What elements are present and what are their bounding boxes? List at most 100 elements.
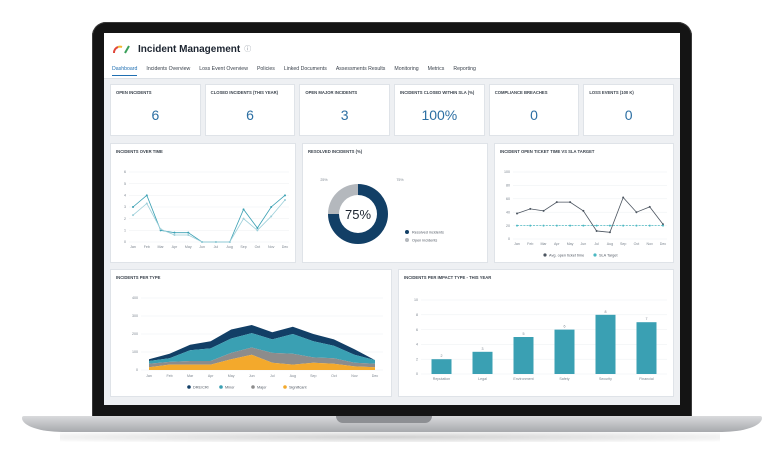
laptop-notch [336,416,432,423]
data-point[interactable] [529,224,532,227]
kpi-card[interactable]: Closed Incidents (this year) 6 [204,84,296,136]
data-point[interactable] [648,205,651,208]
tab-dashboard[interactable]: Dashboard [112,63,138,76]
data-point[interactable] [145,202,148,205]
data-point[interactable] [242,208,245,211]
tab-linked-documents[interactable]: Linked Documents [284,63,327,75]
x-tick-label: Sep [240,245,246,249]
title-row: Incident Management ⓘ [112,33,672,59]
y-tick-label: 0 [508,237,510,241]
x-tick-label: Jul [594,242,599,246]
kpi-label: Incidents Closed within SLA (%) [400,90,475,95]
bar[interactable] [636,322,657,374]
tab-policies[interactable]: Policies [257,63,275,75]
x-tick-label: Oct [255,245,261,249]
page-title: Incident Management [138,43,241,55]
data-point[interactable] [622,196,625,199]
data-point[interactable] [529,207,532,210]
tab-monitoring[interactable]: Monitoring [394,63,418,75]
kpi-card[interactable]: Loss Events (100 K) 0 [583,84,675,136]
kpi-card[interactable]: Incidents Closed within SLA (%) 100% [394,84,485,136]
data-point[interactable] [582,209,585,212]
tab-metrics[interactable]: Metrics [428,63,445,75]
kpi-card[interactable]: Compliance Breaches 0 [488,84,580,136]
x-tick-label: Mar [158,245,165,249]
data-point[interactable] [187,231,190,234]
data-point[interactable] [284,199,286,201]
bar[interactable] [554,329,575,374]
data-point[interactable] [270,215,273,218]
data-point[interactable] [187,234,190,236]
kpi-label: Closed Incidents (this year) [210,90,279,95]
legend-label: Significant [289,385,307,389]
data-point[interactable] [608,224,611,227]
data-point[interactable] [132,206,134,208]
data-point[interactable] [516,224,518,227]
x-tick-label: Aug [290,374,296,378]
series-line [516,196,664,233]
data-point[interactable] [270,206,273,208]
kpi-value: 6 [151,107,160,123]
data-point[interactable] [635,224,638,227]
kpi-card[interactable]: Open Major Incidents 3 [299,84,391,136]
data-point[interactable] [173,234,176,236]
data-point[interactable] [635,211,638,214]
x-tick-label: Jan [146,374,152,378]
data-point[interactable] [569,201,572,204]
data-point[interactable] [595,229,598,232]
bar[interactable] [595,314,616,374]
slice-label: 75% [396,178,404,182]
y-tick-label: 0 [136,368,138,372]
x-tick-label: Aug [607,242,613,246]
data-point[interactable] [648,224,651,227]
data-point[interactable] [159,228,162,231]
kpi-row: Open Incidents 6 Closed Incidents (this ye… [104,79,680,136]
legend-label: Avg. open ticket time [549,253,584,257]
x-tick-label: Apr [554,242,560,246]
data-point[interactable] [569,224,572,227]
tab-incidents-overview[interactable]: Incidents Overview [146,63,190,75]
data-point[interactable] [622,224,625,227]
data-point[interactable] [256,229,259,232]
x-tick-label: Jun [249,374,255,378]
tab-reporting[interactable]: Reporting [453,63,476,75]
data-point[interactable] [516,212,518,215]
data-point[interactable] [242,217,245,220]
kpi-label: Open Incidents [116,90,152,95]
incidents-per-type-chart: 0 100 200 300 400 Jan Feb Mar Apr May Jun Jul Aug Sep… [132,296,383,389]
bar[interactable] [431,359,452,374]
data-point[interactable] [228,241,231,243]
gauge-logo-icon [113,45,130,54]
legend-swatch [251,385,255,389]
y-tick-label: 2 [124,217,126,221]
x-tick-label: May [185,245,192,249]
data-point[interactable] [201,241,204,243]
data-point[interactable] [284,194,286,197]
bar[interactable] [472,351,493,374]
y-tick-label: 4 [124,194,126,198]
legend-label: Resolved incidents [412,230,444,234]
kpi-value: 0 [624,107,633,123]
kpi-card[interactable]: Open Incidents 6 [110,84,201,136]
x-tick-label: Jul [270,374,275,378]
y-tick-label: 200 [132,332,138,336]
y-tick-label: 80 [506,184,510,188]
data-point[interactable] [214,241,217,243]
data-point[interactable] [582,224,585,227]
data-point[interactable] [662,224,664,227]
info-icon[interactable]: ⓘ [244,44,251,54]
data-point[interactable] [542,224,545,227]
tab-assessments-results[interactable]: Assessments Results [336,63,386,75]
data-point[interactable] [173,231,176,234]
data-point[interactable] [555,201,558,204]
data-point[interactable] [145,194,148,197]
data-point[interactable] [542,209,545,212]
data-point[interactable] [555,224,558,227]
data-point[interactable] [595,224,598,227]
data-point[interactable] [132,214,134,217]
tab-loss-event-overview[interactable]: Loss Event Overview [199,63,248,75]
legend-swatch [593,253,597,257]
data-point[interactable] [608,231,611,234]
bar[interactable] [513,337,534,374]
data-point[interactable] [256,227,259,229]
